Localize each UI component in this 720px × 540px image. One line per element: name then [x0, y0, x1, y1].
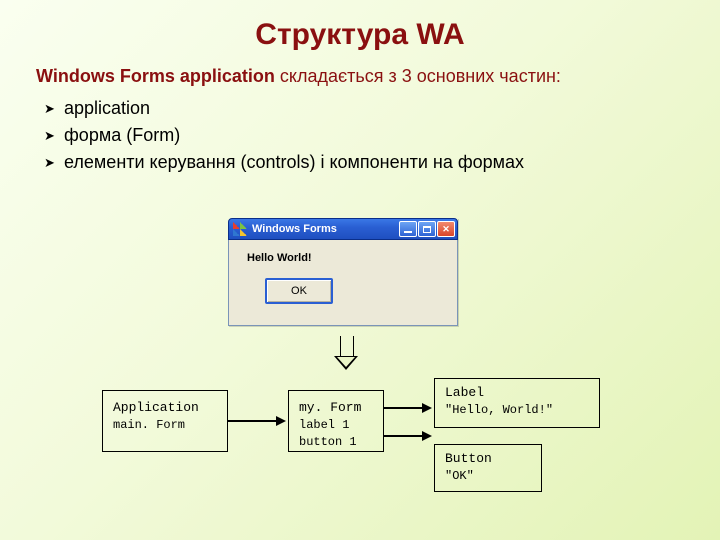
- bullet-item: форма (Form): [64, 122, 684, 149]
- maximize-button[interactable]: [418, 221, 436, 237]
- hello-label: Hello World!: [247, 252, 445, 264]
- box-sub: label 1: [299, 417, 373, 434]
- winforms-window: Windows Forms Hello World! OK: [228, 218, 458, 326]
- ok-button[interactable]: OK: [265, 278, 333, 304]
- bullet-list: application форма (Form) елементи керува…: [64, 95, 684, 176]
- box-head: Label: [445, 384, 589, 402]
- intro-rest: складається з 3 основних частин:: [275, 66, 561, 86]
- minimize-button[interactable]: [399, 221, 417, 237]
- diagram-box-label: Label "Hello, World!": [434, 378, 600, 428]
- box-sub: button 1: [299, 434, 373, 451]
- window-controls: [399, 221, 455, 237]
- window-title: Windows Forms: [252, 223, 399, 235]
- diagram-box-button: Button "OK": [434, 444, 542, 492]
- slide-title: Структура WA: [36, 18, 684, 52]
- arrow-down-icon: [336, 336, 356, 372]
- close-button[interactable]: [437, 221, 455, 237]
- window-titlebar: Windows Forms: [228, 218, 458, 240]
- intro-line: Windows Forms application складається з …: [36, 66, 684, 87]
- windows-logo-icon: [233, 222, 247, 236]
- ok-button-label: OK: [291, 285, 307, 297]
- window-body: Hello World! OK: [228, 240, 458, 326]
- intro-strong: Windows Forms application: [36, 66, 275, 86]
- box-head: Application: [113, 399, 217, 417]
- box-sub: "Hello, World!": [445, 402, 589, 419]
- box-head: my. Form: [299, 399, 373, 417]
- box-head: Button: [445, 450, 531, 468]
- box-sub: "OK": [445, 468, 531, 485]
- bullet-item: application: [64, 95, 684, 122]
- diagram-box-application: Application main. Form: [102, 390, 228, 452]
- box-sub: main. Form: [113, 417, 217, 434]
- slide: Структура WA Windows Forms application с…: [0, 0, 720, 540]
- diagram-box-form: my. Form label 1 button 1: [288, 390, 384, 452]
- bullet-item: елементи керування (controls) і компонен…: [64, 149, 684, 176]
